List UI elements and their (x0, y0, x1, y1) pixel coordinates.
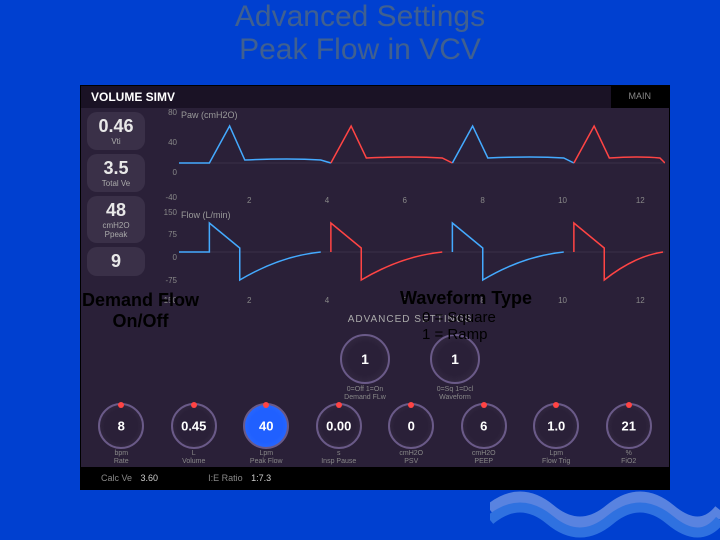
knob-waveform[interactable]: 1 0=Sq 1=Dcl Waveform (425, 334, 485, 401)
measurements-column: 0.46 Vti 3.5 Total Ve 48 cmH2O Ppeak 9 (81, 108, 151, 280)
footer-calc-ve: Calc Ve 3.60 (101, 473, 158, 483)
bottom-knob-row: 8bpmRate0.45LVolume40LpmPeak Flow0.00sIn… (81, 404, 669, 464)
paw-plot (179, 108, 665, 196)
slide-title-line2: Peak Flow in VCV (0, 33, 720, 66)
paw-y-axis: 80 40 0 -40 (155, 108, 179, 208)
annotation-demand-flow: Demand Flow On/Off (82, 290, 199, 331)
waveform-area: Paw (cmH2O) 80 40 0 -40 2 4 6 8 10 12 (151, 108, 669, 308)
footer-ie-ratio: I:E Ratio 1:7.3 (208, 473, 271, 483)
slide-title: Advanced Settings Peak Flow in VCV (0, 0, 720, 72)
bottom-knob-peep[interactable]: 6cmH2OPEEP (454, 403, 514, 465)
knob-demand-flow[interactable]: 1 0=Off 1=On Demand FLw (335, 334, 395, 401)
paw-x-axis: 2 4 6 8 10 12 (179, 196, 665, 208)
meas-4: 9 (87, 247, 145, 276)
annotation-waveform-type: Waveform Type 0 = Square 1 = Ramp (400, 288, 532, 343)
ventilator-screenshot: VOLUME SIMV MAIN 0.46 Vti 3.5 Total Ve 4… (80, 85, 670, 490)
bottom-knob-fio2[interactable]: 21%FiO2 (599, 403, 659, 465)
meas-total-ve: 3.5 Total Ve (87, 154, 145, 192)
bottom-knob-rate[interactable]: 8bpmRate (91, 403, 151, 465)
bottom-knob-volume[interactable]: 0.45LVolume (164, 403, 224, 465)
main-tab[interactable]: MAIN (611, 86, 670, 108)
bottom-knob-peak-flow[interactable]: 40LpmPeak Flow (236, 403, 296, 465)
meas-vti: 0.46 Vti (87, 112, 145, 150)
bottom-knob-insp-pause[interactable]: 0.00sInsp Pause (309, 403, 369, 465)
meas-ppeak: 48 cmH2O Ppeak (87, 196, 145, 243)
pressure-waveform: Paw (cmH2O) 80 40 0 -40 2 4 6 8 10 12 (151, 108, 669, 208)
slide-wave-decoration-icon (490, 480, 720, 540)
bottom-knob-psv[interactable]: 0cmH2OPSV (381, 403, 441, 465)
flow-plot (179, 208, 665, 296)
mode-label: VOLUME SIMV (81, 86, 185, 108)
bottom-knob-flow-trig[interactable]: 1.0LpmFlow Trig (526, 403, 586, 465)
top-bar: VOLUME SIMV MAIN (81, 86, 669, 108)
slide-title-line1: Advanced Settings (0, 0, 720, 33)
